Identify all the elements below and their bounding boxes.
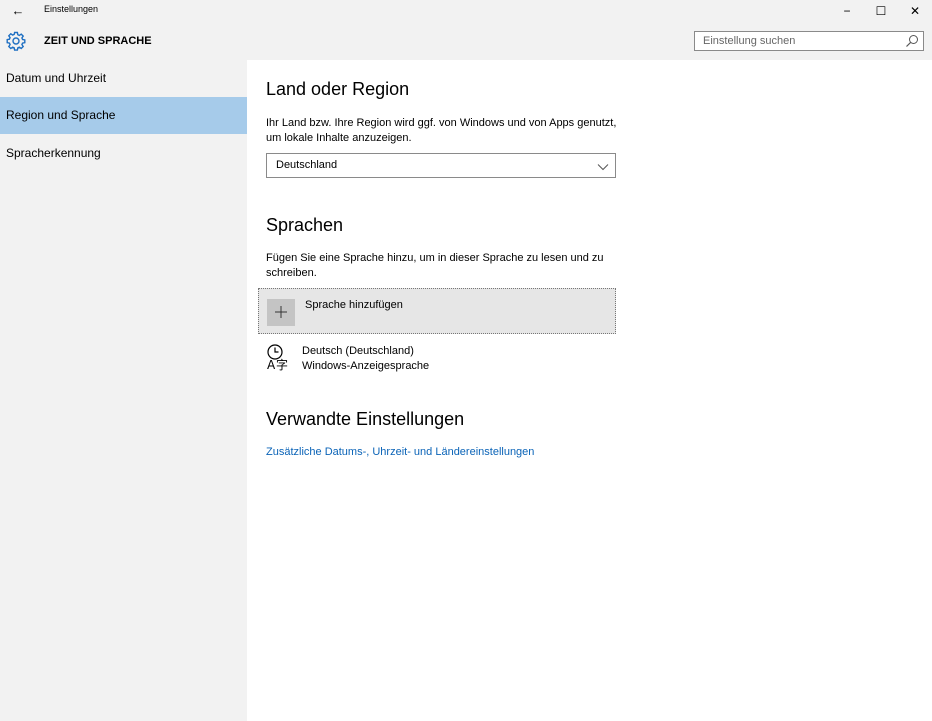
plus-icon — [267, 299, 295, 326]
close-button[interactable]: ✕ — [900, 2, 930, 20]
languages-section-title: Sprachen — [266, 215, 344, 235]
svg-text:字: 字 — [276, 357, 288, 371]
section-header-title: ZEIT UND SPRACHE — [44, 35, 152, 47]
language-subtitle: Windows-Anzeigesprache — [302, 360, 430, 372]
languages-description: Fügen Sie eine Sprache hinzu, um in dies… — [266, 252, 604, 279]
maximize-button[interactable]: ☐ — [866, 2, 896, 20]
page-header: ZEIT UND SPRACHE — [0, 22, 932, 60]
search-box — [694, 31, 924, 51]
sidebar-item-region-und-sprache[interactable]: Region und Sprache — [0, 97, 247, 134]
window-title: Einstellungen — [44, 4, 99, 14]
svg-text:A: A — [267, 358, 276, 371]
title-bar: ← Einstellungen − ☐ ✕ — [0, 0, 932, 22]
related-section-title: Verwandte Einstellungen — [266, 409, 465, 429]
sidebar: Datum und Uhrzeit Region und Sprache Spr… — [0, 60, 247, 721]
region-section-title: Land oder Region — [266, 79, 410, 99]
search-input[interactable] — [695, 32, 903, 50]
add-language-label: Sprache hinzufügen — [305, 299, 403, 311]
minimize-button[interactable]: − — [832, 2, 862, 20]
country-select[interactable]: Deutschland — [266, 153, 616, 178]
back-button[interactable]: ← — [8, 3, 28, 19]
search-icon[interactable] — [905, 34, 919, 48]
chevron-down-icon — [597, 160, 609, 172]
sidebar-item-datum-und-uhrzeit[interactable]: Datum und Uhrzeit — [0, 60, 247, 97]
country-select-value: Deutschland — [276, 159, 338, 171]
language-name[interactable]: Deutsch (Deutschland) — [302, 345, 414, 357]
language-icon: A 字 — [266, 343, 292, 372]
add-language-button[interactable]: Sprache hinzufügen — [258, 288, 616, 334]
region-description: Ihr Land bzw. Ihre Region wird ggf. von … — [266, 117, 617, 144]
additional-date-time-region-link[interactable]: Zusätzliche Datums-, Uhrzeit- und Länder… — [266, 446, 534, 458]
gear-icon — [6, 31, 26, 51]
sidebar-item-spracherkennung[interactable]: Spracherkennung — [0, 135, 247, 172]
